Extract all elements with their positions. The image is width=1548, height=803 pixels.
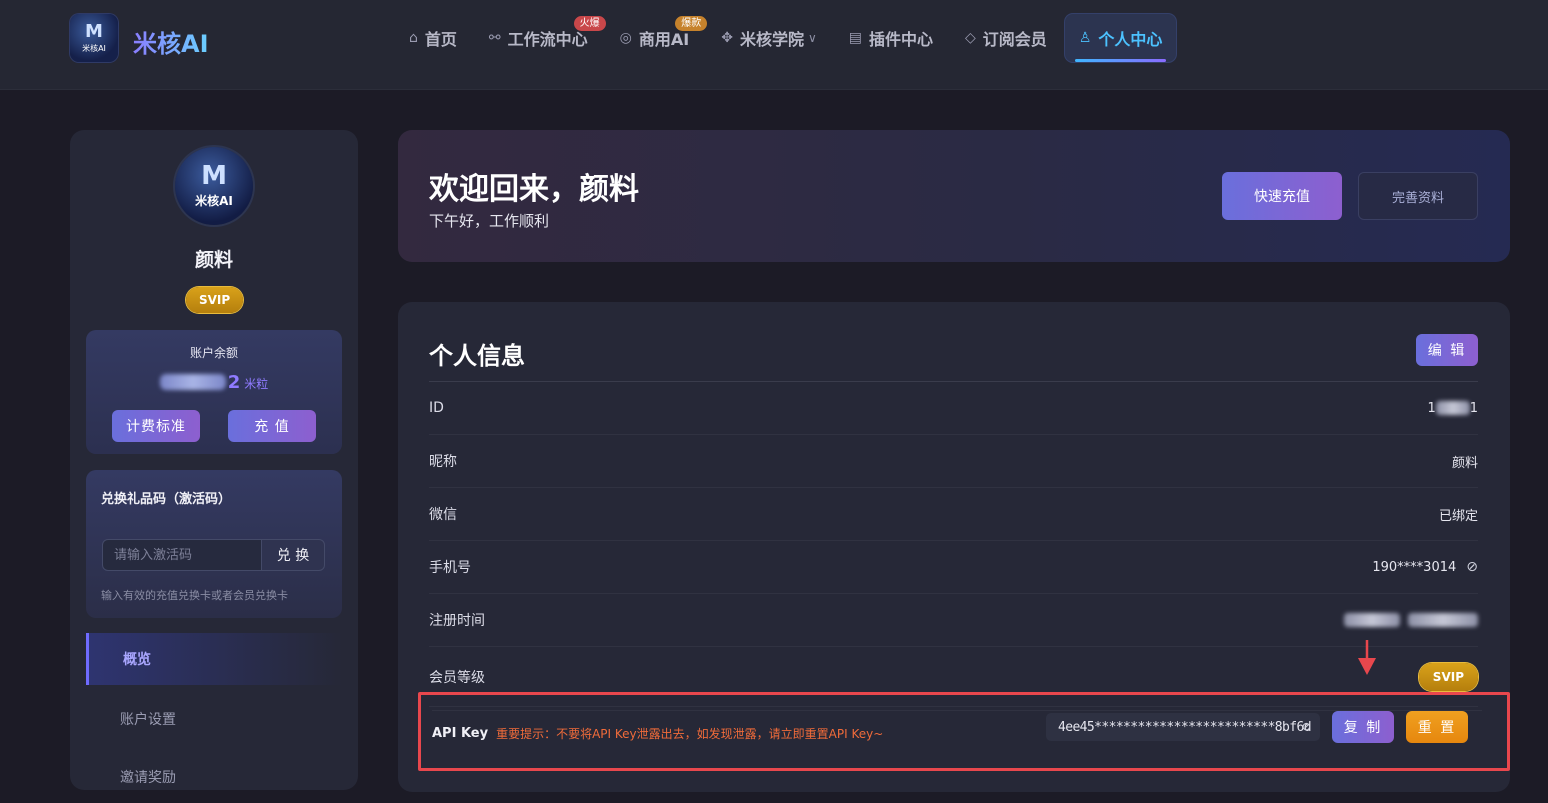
row-phone-value: 190****3014 ⊘ [1372,559,1478,575]
balance-visible-digit: 2 [227,372,241,393]
brand-name[interactable]: 米核AI [133,24,209,59]
edit-button[interactable]: 编 辑 [1416,334,1478,366]
phone-number: 190****3014 [1372,559,1457,575]
row-nickname: 昵称 颜料 [429,435,1478,488]
row-nickname-label: 昵称 [429,454,457,470]
row-id: ID 11 [429,382,1478,435]
redeem-button[interactable]: 兑 换 [261,539,325,571]
api-key-label: API Key [432,726,489,741]
row-membership-level-label: 会员等级 [429,669,485,686]
redeem-hint: 输入有效的充值兑换卡或者会员兑换卡 [101,589,288,602]
blurred-time [1408,613,1478,627]
quick-recharge-button[interactable]: 快速充值 [1222,172,1342,220]
avatar-mark: M [201,161,227,191]
sidebar: M 米核AI 颜料 SVIP 账户余额 2 米粒 计费标准 充 值 兑换礼品码（激… [70,130,358,790]
redeem-card: 兑换礼品码（激活码） 兑 换 输入有效的充值兑换卡或者会员兑换卡 [86,470,342,618]
main-nav: ⌂ 首页 ⚯ 工作流中心 火爆 ◎ 商用AI 爆款 ✥ 米核学院 ∨ ▤ 插件中… [395,14,1180,62]
balance-card: 账户余额 2 米粒 计费标准 充 值 [86,330,342,454]
row-wechat: 微信 已绑定 [429,488,1478,541]
nav-academy-label: 米核学院 [739,30,804,49]
logo-sub: 米核AI [82,43,106,53]
welcome-banner: 欢迎回来，颜料 下午好，工作顺利 快速充值 完善资料 [398,130,1510,262]
nav-plugins[interactable]: ▤ 插件中心 [835,14,947,62]
blurred-id [1435,401,1470,415]
membership-level-badge: SVIP [1418,662,1478,691]
logo-mark: M [85,20,103,42]
user-name: 颜料 [194,249,233,271]
chevron-down-icon: ∨ [807,31,817,45]
row-wechat-value: 已绑定 [1438,508,1478,524]
blurred-balance [159,374,226,390]
balance-title: 账户余额 [189,346,238,360]
nav-personal-center[interactable]: ♙ 个人中心 [1064,14,1177,62]
row-id-value: 11 [1427,401,1478,416]
membership-badge: SVIP [186,287,244,313]
pricing-button[interactable]: 计费标准 [112,410,200,442]
row-register-time-label: 注册时间 [429,613,485,629]
avatar[interactable]: M 米核AI [175,147,253,225]
api-key-warning: 重要提示：不要将API Key泄露出去，如发现泄露，请立即重置API Key~ [496,727,884,741]
nav-workflow[interactable]: ⚯ 工作流中心 火爆 [475,14,606,62]
row-id-label: ID [429,400,444,416]
row-phone: 手机号 190****3014 ⊘ [429,541,1478,594]
balance-unit: 米粒 [244,377,269,391]
nav-commercial-ai[interactable]: ◎ 商用AI 爆款 [606,14,708,62]
id-prefix: 1 [1427,400,1436,416]
home-icon: ⌂ [409,30,418,46]
id-suffix: 1 [1469,400,1478,416]
nav-plugins-label: 插件中心 [869,30,934,49]
api-key-highlight: API Key 重要提示：不要将API Key泄露出去，如发现泄露，请立即重置A… [418,692,1510,771]
diamond-icon: ◇ [965,30,976,46]
row-nickname-value: 颜料 [1451,455,1478,471]
welcome-subtitle: 下午好，工作顺利 [429,212,550,230]
target-icon: ◎ [619,30,632,46]
logo[interactable]: M 米核AI [70,14,118,62]
popular-badge: 爆款 [675,16,708,31]
sidebar-item-account-settings[interactable]: 账户设置 [86,693,342,745]
row-register-time: 注册时间 [429,594,1478,647]
row-register-time-value [1344,613,1478,627]
row-wechat-label: 微信 [429,507,457,523]
personal-info-title: 个人信息 [429,342,525,370]
api-key-text: 4ee45*************************8bf6d [1058,719,1312,735]
balance-value: 2 米粒 [86,372,342,393]
sidebar-item-invite-rewards[interactable]: 邀请奖励 [86,751,342,803]
annotation-arrow-icon [1358,640,1376,675]
copy-api-key-button[interactable]: 复 制 [1332,711,1394,743]
workflow-icon: ⚯ [488,30,501,46]
nav-home-label: 首页 [424,30,457,49]
hot-badge: 火爆 [573,16,606,31]
nav-home[interactable]: ⌂ 首页 [395,14,471,62]
api-key-value: 4ee45*************************8bf6d ⊘ [1046,713,1320,741]
complete-profile-button[interactable]: 完善资料 [1358,172,1478,220]
academy-icon: ✥ [721,30,733,46]
avatar-sub: 米核AI [195,194,233,208]
welcome-title: 欢迎回来，颜料 [429,172,639,207]
plugin-icon: ▤ [848,30,862,46]
eye-off-icon[interactable]: ⊘ [1302,719,1310,735]
row-phone-label: 手机号 [429,560,471,576]
nav-workflow-label: 工作流中心 [507,30,588,49]
reset-api-key-button[interactable]: 重 置 [1406,711,1468,743]
nav-subscription[interactable]: ◇ 订阅会员 [951,14,1061,62]
blurred-date [1344,613,1400,627]
activation-code-input[interactable] [102,539,262,571]
row-api-key: API Key 重要提示：不要将API Key泄露出去，如发现泄露，请立即重置A… [432,710,1482,756]
redeem-title: 兑换礼品码（激活码） [101,492,232,507]
recharge-button[interactable]: 充 值 [228,410,316,442]
eye-off-icon[interactable]: ⊘ [1466,559,1478,575]
sidebar-item-overview[interactable]: 概览 [86,633,342,685]
nav-subscription-label: 订阅会员 [982,30,1047,49]
nav-academy[interactable]: ✥ 米核学院 ∨ [707,14,831,62]
top-navigation: M 米核AI 米核AI ⌂ 首页 ⚯ 工作流中心 火爆 ◎ 商用AI 爆款 ✥ … [0,0,1548,90]
user-icon: ♙ [1078,30,1092,46]
nav-personal-center-label: 个人中心 [1098,30,1163,49]
